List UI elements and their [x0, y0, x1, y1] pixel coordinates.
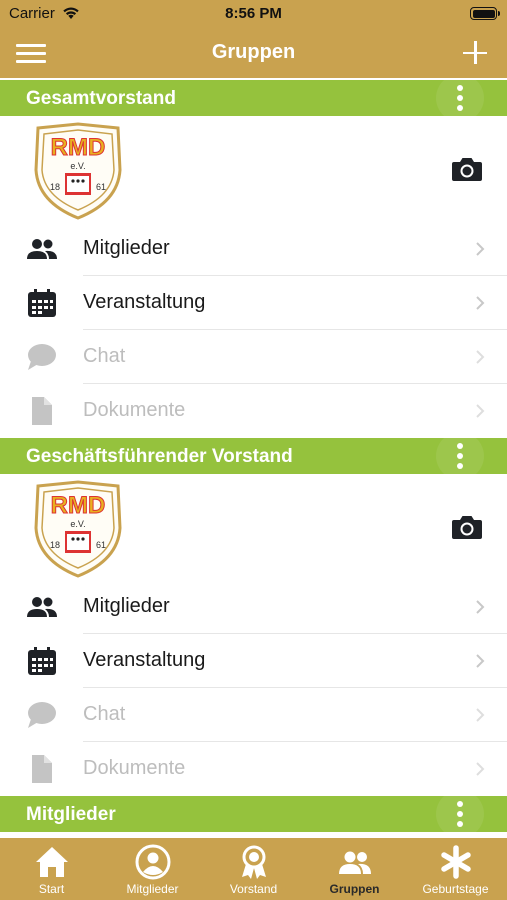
group-row-events[interactable]: Veranstaltung: [0, 634, 507, 688]
group-row-chat[interactable]: Chat: [0, 688, 507, 742]
group-header: Gesamtvorstand: [0, 78, 507, 122]
person-icon: [135, 844, 171, 880]
tab-vorstand[interactable]: Vorstand: [203, 838, 304, 900]
group-row-chat[interactable]: Chat: [0, 330, 507, 384]
row-label: Chat: [83, 345, 126, 367]
navigation-bar: Gruppen: [0, 28, 507, 78]
calendar-icon: [28, 289, 56, 317]
row-label: Veranstaltung: [83, 649, 206, 671]
group-row-events[interactable]: Veranstaltung: [0, 276, 507, 330]
camera-icon[interactable]: [451, 514, 483, 540]
row-label: Veranstaltung: [83, 291, 206, 313]
clock: 8:56 PM: [225, 5, 282, 22]
chat-icon: [28, 344, 56, 370]
tab-mitglieder[interactable]: Mitglieder: [102, 838, 203, 900]
row-label: Dokumente: [83, 399, 186, 421]
members-icon: [27, 597, 57, 617]
row-label: Chat: [83, 703, 126, 725]
camera-icon[interactable]: [451, 156, 483, 182]
document-icon: [32, 755, 52, 783]
add-group-button[interactable]: [459, 36, 491, 68]
award-icon: [242, 845, 266, 879]
club-logo: RMD e.V. 18 61: [34, 122, 122, 220]
battery-icon: [470, 7, 500, 20]
logo-year-right: 61: [96, 182, 106, 192]
group-row-documents[interactable]: Dokumente: [0, 742, 507, 796]
group-icon: [339, 851, 371, 874]
tab-start[interactable]: Start: [1, 838, 102, 900]
group-logo-area: RMD e.V. 18 61: [0, 116, 507, 224]
group-row-documents[interactable]: Dokumente: [0, 384, 507, 438]
logo-letters: RMD: [51, 492, 106, 519]
asterisk-icon: [441, 845, 471, 879]
chevron-right-icon: [476, 600, 485, 614]
calendar-icon: [28, 647, 56, 675]
logo-year-left: 18: [50, 540, 60, 550]
chevron-right-icon: [476, 242, 485, 256]
row-label: Mitglieder: [83, 237, 170, 259]
chevron-right-icon: [476, 296, 485, 310]
members-icon: [27, 239, 57, 259]
tab-label: Geburtstage: [422, 882, 489, 896]
tab-bar: Start Mitglieder Vorstand Gruppen Geburt…: [0, 838, 507, 900]
group-title: Mitglieder: [26, 804, 116, 825]
chevron-right-icon: [476, 762, 485, 776]
more-options-icon[interactable]: [436, 78, 484, 122]
row-label: Dokumente: [83, 757, 186, 779]
home-icon: [36, 847, 68, 877]
chevron-right-icon: [476, 708, 485, 722]
status-bar: Carrier 8:56 PM: [0, 0, 507, 28]
tab-label: Mitglieder: [126, 882, 179, 896]
tab-geburtstage[interactable]: Geburtstage: [405, 838, 506, 900]
group-row-members[interactable]: Mitglieder: [0, 580, 507, 634]
more-options-icon[interactable]: [436, 790, 484, 838]
group-row-members[interactable]: Mitglieder: [0, 222, 507, 276]
logo-ev: e.V.: [70, 161, 85, 171]
chat-icon: [28, 702, 56, 728]
row-label: Mitglieder: [83, 595, 170, 617]
logo-ev: e.V.: [70, 519, 85, 529]
tab-gruppen[interactable]: Gruppen: [304, 838, 405, 900]
groups-list[interactable]: Gesamtvorstand RMD e.V. 18 61 Mitglieder: [0, 78, 507, 838]
group-header: Mitglieder: [0, 790, 507, 838]
chevron-right-icon: [476, 404, 485, 418]
tab-label: Vorstand: [229, 882, 278, 896]
group-title: Gesamtvorstand: [26, 88, 176, 109]
club-logo: RMD e.V. 18 61: [34, 480, 122, 578]
group-header: Geschäftsführender Vorstand: [0, 432, 507, 480]
more-options-icon[interactable]: [436, 432, 484, 480]
tab-label: Gruppen: [329, 882, 380, 896]
logo-year-right: 61: [96, 540, 106, 550]
chevron-right-icon: [476, 654, 485, 668]
group-title: Geschäftsführender Vorstand: [26, 446, 293, 467]
group-logo-area: RMD e.V. 18 61: [0, 474, 507, 582]
chevron-right-icon: [476, 350, 485, 364]
page-title: Gruppen: [211, 41, 296, 63]
logo-year-left: 18: [50, 182, 60, 192]
document-icon: [32, 397, 52, 425]
logo-letters: RMD: [51, 134, 106, 161]
tab-label: Start: [38, 882, 65, 896]
